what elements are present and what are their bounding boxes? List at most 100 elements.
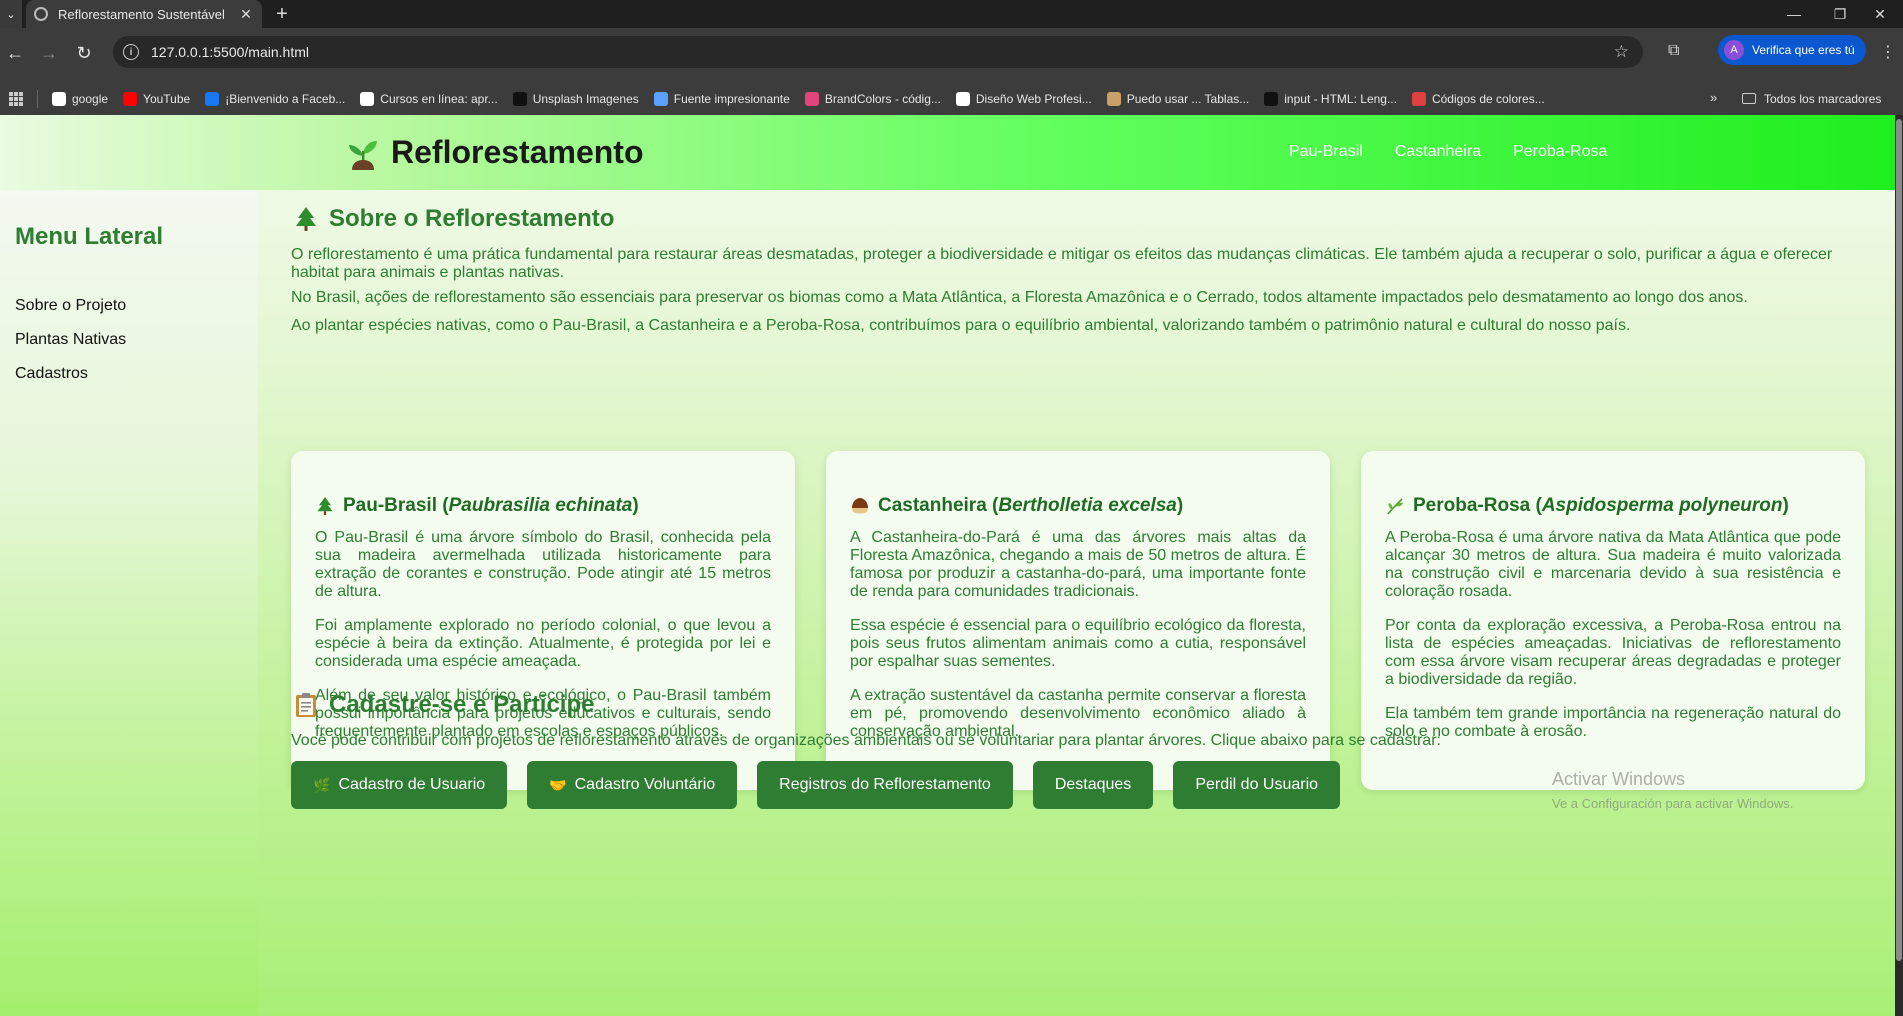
bookmark-item[interactable]: Unsplash Imagenes <box>512 91 639 106</box>
watermark-line-1: Activar Windows <box>1552 769 1686 789</box>
browser-toolbar: ← → ↻ i 127.0.0.1:5500/main.html ☆ ⧉ A V… <box>0 28 1903 85</box>
page-viewport: Reflorestamento Pau-Brasil Castanheira P… <box>0 115 1903 1016</box>
flag-icon <box>653 91 668 106</box>
perfil-usuario-button[interactable]: Perdil do Usuario <box>1173 761 1341 809</box>
bookmark-item[interactable]: Puedo usar ... Tablas... <box>1106 91 1249 106</box>
extensions-puzzle-icon[interactable]: ⧉ <box>1668 42 1688 62</box>
profile-chip[interactable]: A Verifica que eres tú <box>1718 35 1866 65</box>
about-paragraph: Ao plantar espécies nativas, como o Pau-… <box>291 317 1631 334</box>
signup-title-text: Cadastre-se e Participe <box>329 691 595 718</box>
card-title: Peroba-Rosa (Aspidosperma polyneuron) <box>1385 495 1841 517</box>
about-paragraph: No Brasil, ações de reflorestamento são … <box>291 289 1748 306</box>
address-bar[interactable]: i 127.0.0.1:5500/main.html ☆ <box>113 36 1643 68</box>
destaques-button[interactable]: Destaques <box>1032 761 1154 809</box>
watermark-line-2: Ve a Configuración para activar Windows. <box>1552 796 1794 811</box>
bookmarks-bar: google YouTube ¡Bienvenido a Faceb... Curso… <box>0 82 1903 115</box>
back-arrow-icon[interactable]: ← <box>0 38 30 68</box>
sidebar: Menu Lateral Sobre o Projeto Plantas Nat… <box>0 190 258 1016</box>
card-paragraph: A Castanheira-do-Pará é uma das árvores … <box>850 529 1306 600</box>
tab-close-icon[interactable]: ✕ <box>238 6 254 23</box>
bookmark-item[interactable]: Cursos en línea: apr... <box>360 91 498 106</box>
nav-link-pau-brasil[interactable]: Pau-Brasil <box>1289 143 1363 161</box>
divider <box>37 89 38 108</box>
about-section-title: Sobre o Reflorestamento <box>293 205 614 233</box>
sidebar-item-sobre-o-projeto[interactable]: Sobre o Projeto <box>15 297 126 315</box>
evergreen-tree-icon <box>293 206 319 232</box>
signup-text: Você pode contribuir com projetos de ref… <box>291 732 1441 749</box>
card-title: Castanheira (Bertholletia excelsa) <box>850 495 1306 517</box>
tab-title: Reflorestamento Sustentável <box>58 6 225 22</box>
udemy-icon <box>955 91 970 106</box>
card-paragraph: Por conta da exploração excessiva, a Per… <box>1385 617 1841 688</box>
clipboard-icon <box>293 692 319 718</box>
tab-strip: ⌄ Reflorestamento Sustentável ✕ + — ❐ ✕ <box>0 0 1903 28</box>
globe-icon <box>34 7 48 21</box>
page-scrollbar[interactable] <box>1895 115 1903 1016</box>
top-nav: Pau-Brasil Castanheira Peroba-Rosa <box>1289 143 1607 161</box>
site-header: Reflorestamento Pau-Brasil Castanheira P… <box>0 115 1895 190</box>
all-bookmarks-folder[interactable]: Todos los marcadores <box>1742 82 1881 115</box>
google-icon <box>52 91 66 106</box>
mdn-icon <box>1264 91 1279 106</box>
sidebar-title: Menu Lateral <box>15 223 164 250</box>
bookmarks-overflow-button[interactable]: » <box>1710 90 1717 105</box>
minimize-button[interactable]: — <box>1771 0 1817 28</box>
card-paragraph: A Peroba-Rosa é uma árvore nativa da Mat… <box>1385 529 1841 600</box>
youtube-icon <box>123 91 138 106</box>
registros-reflorestamento-button[interactable]: Registros do Reflorestamento <box>757 761 1013 809</box>
bookmark-star-icon[interactable]: ☆ <box>1614 42 1629 62</box>
card-paragraph: O Pau-Brasil é uma árvore símbolo do Bra… <box>315 529 771 600</box>
bookmark-item[interactable]: YouTube <box>123 91 190 106</box>
brand[interactable]: Reflorestamento <box>347 134 644 171</box>
url-text: 127.0.0.1:5500/main.html <box>151 44 309 60</box>
nav-link-peroba-rosa[interactable]: Peroba-Rosa <box>1513 143 1607 161</box>
more-menu-icon[interactable]: ⋮ <box>1880 42 1896 62</box>
colorwheel-icon <box>1411 91 1426 106</box>
windows-activation-watermark: Activar Windows Ve a Configuración para … <box>1552 769 1793 811</box>
scrollbar-thumb[interactable] <box>1896 119 1902 961</box>
close-window-button[interactable]: ✕ <box>1857 0 1903 28</box>
signup-section-title: Cadastre-se e Participe <box>293 691 594 719</box>
brandcolors-icon <box>804 91 819 106</box>
card-title: Pau-Brasil (Paubrasilia echinata) <box>315 495 771 517</box>
udemy-icon <box>360 91 375 106</box>
profile-label: Verifica que eres tú <box>1752 43 1855 57</box>
facebook-icon <box>205 91 220 106</box>
about-paragraph: O reflorestamento é uma prática fundamen… <box>291 246 1833 281</box>
bookmark-item[interactable]: BrandColors - códig... <box>804 91 941 106</box>
herb-icon: 🌿 <box>313 776 331 793</box>
forward-arrow-icon[interactable]: → <box>34 38 64 68</box>
reload-icon[interactable]: ↻ <box>69 38 99 68</box>
apps-grid-icon[interactable] <box>9 91 23 106</box>
bookmark-item[interactable]: Diseño Web Profesi... <box>955 91 1092 106</box>
chestnut-icon <box>850 496 870 516</box>
bookmark-list: google YouTube ¡Bienvenido a Faceb... Curso… <box>52 91 1560 106</box>
folder-icon <box>1742 93 1756 104</box>
handshake-icon: 🤝 <box>549 776 567 793</box>
all-bookmarks-label: Todos los marcadores <box>1764 91 1882 106</box>
caniuse-icon <box>1106 91 1121 106</box>
tab-search-chevron-icon[interactable]: ⌄ <box>0 0 22 28</box>
seedling-icon <box>349 140 377 170</box>
evergreen-tree-icon <box>315 496 335 516</box>
bookmark-item[interactable]: Códigos de colores... <box>1411 91 1545 106</box>
bookmark-item[interactable]: Fuente impresionante <box>653 91 790 106</box>
browser-tab[interactable]: Reflorestamento Sustentável ✕ <box>26 0 262 28</box>
cadastro-voluntario-button[interactable]: 🤝 Cadastro Voluntário <box>527 761 738 809</box>
brand-title: Reflorestamento <box>391 134 644 170</box>
site-info-icon[interactable]: i <box>123 44 139 60</box>
about-title-text: Sobre o Reflorestamento <box>329 205 615 232</box>
cadastro-usuario-button[interactable]: 🌿 Cadastro de Usuario <box>291 761 508 809</box>
sidebar-item-plantas-nativas[interactable]: Plantas Nativas <box>15 331 126 349</box>
card-paragraph: Foi amplamente explorado no período colo… <box>315 617 771 670</box>
bookmark-item[interactable]: ¡Bienvenido a Faceb... <box>205 91 345 106</box>
avatar: A <box>1724 40 1744 60</box>
bookmark-item[interactable]: input - HTML: Leng... <box>1264 91 1397 106</box>
card-paragraph: Essa espécie é essencial para o equilíbr… <box>850 617 1306 670</box>
signup-buttons: 🌿 Cadastro de Usuario 🤝 Cadastro Voluntári… <box>291 761 1341 809</box>
sidebar-item-cadastros[interactable]: Cadastros <box>15 365 88 383</box>
new-tab-button[interactable]: + <box>270 2 294 26</box>
nav-link-castanheira[interactable]: Castanheira <box>1395 143 1481 161</box>
bookmark-item[interactable]: google <box>52 91 108 106</box>
unsplash-icon <box>512 91 527 106</box>
